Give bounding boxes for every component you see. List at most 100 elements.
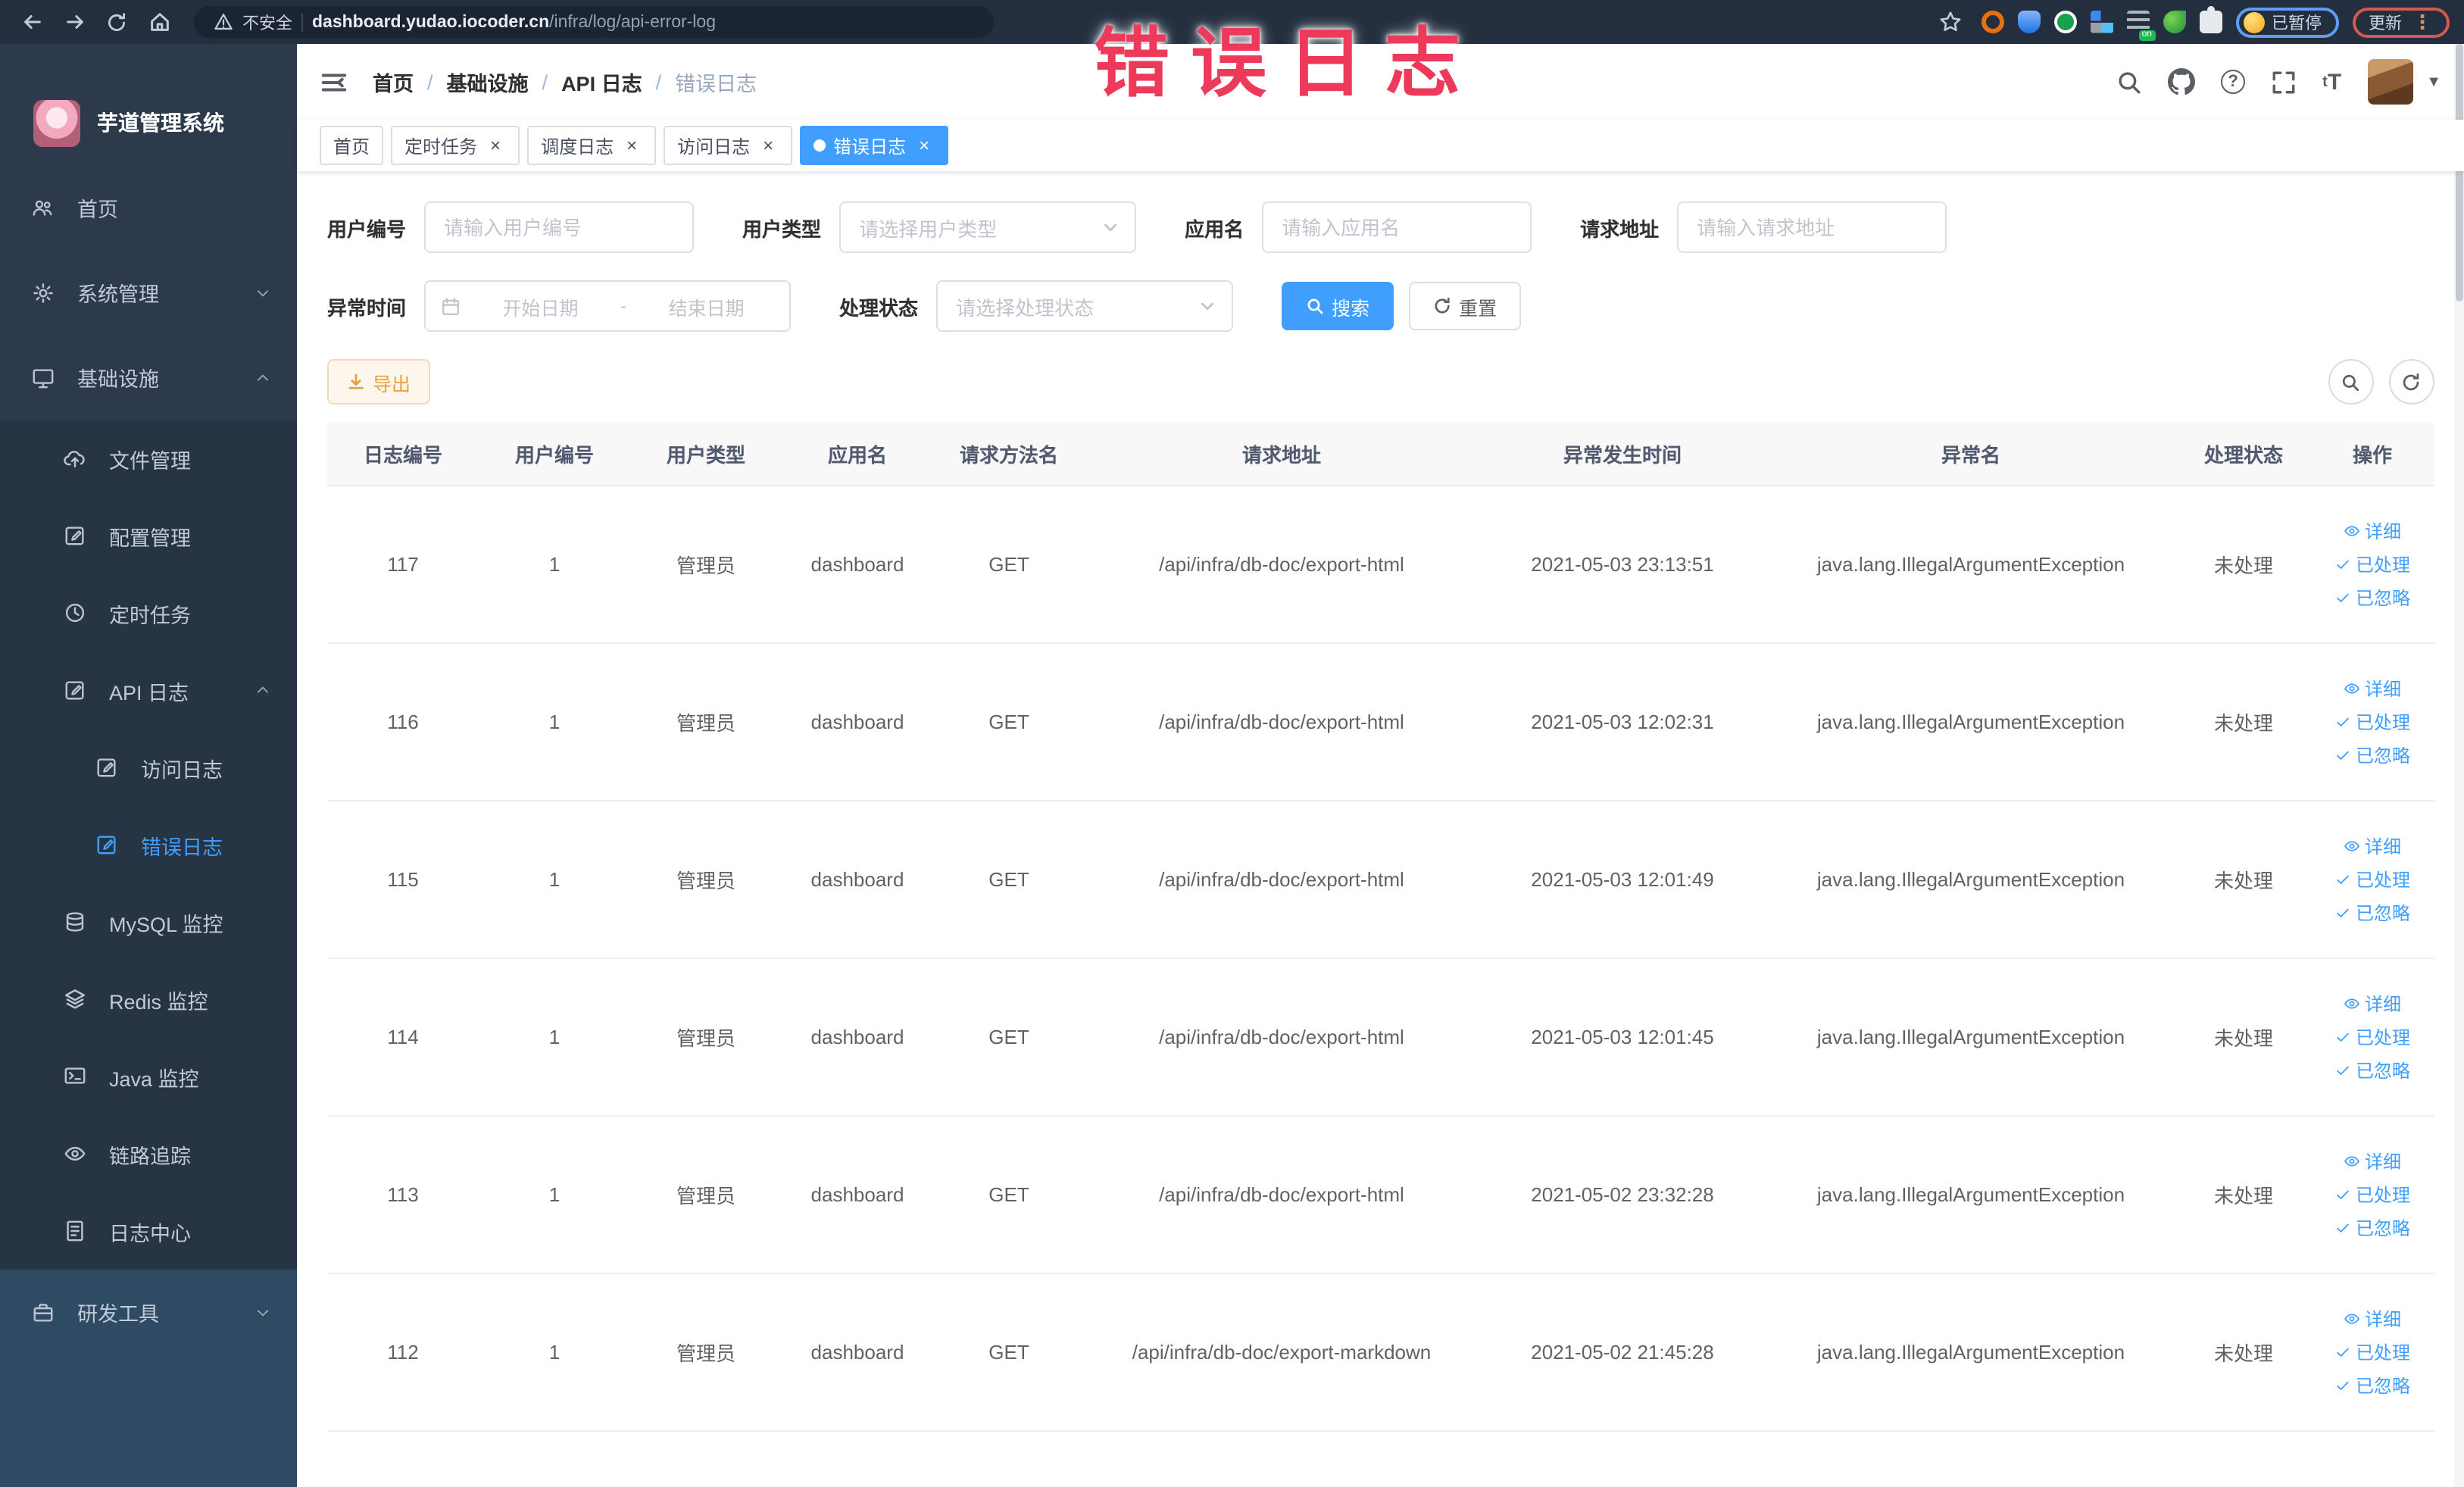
select-placeholder: 请选择用户类型 <box>859 217 998 240</box>
close-icon[interactable]: × <box>757 135 779 156</box>
extension-icon[interactable] <box>2090 11 2113 33</box>
cell-method: GET <box>988 868 1029 891</box>
scrollbar-thumb[interactable] <box>2455 44 2462 301</box>
scrollbar[interactable] <box>2453 44 2464 1487</box>
sidebar-item-tracer[interactable]: 链路追踪 <box>0 1115 297 1192</box>
cell-user-id: 1 <box>548 711 561 733</box>
action-processed-link[interactable]: 已处理 <box>2334 1337 2410 1367</box>
table-row: 113 1 管理员 dashboard GET/api/infra/db-doc/exp… <box>327 1117 2434 1274</box>
sidebar-item-job[interactable]: 定时任务 <box>0 574 297 651</box>
avatar[interactable] <box>2367 59 2413 105</box>
paused-badge[interactable]: 已暂停 <box>2235 7 2338 37</box>
reload-icon[interactable] <box>100 5 133 39</box>
sidebar-item-file[interactable]: 文件管理 <box>0 420 297 497</box>
cell-user-id: 1 <box>548 1026 561 1048</box>
app-name-input[interactable] <box>1262 201 1532 253</box>
cell-user-type: 管理员 <box>676 1027 735 1050</box>
kebab-menu-icon[interactable]: ⋮ <box>2412 12 2432 32</box>
action-detail-link[interactable]: 详细 <box>2344 831 2401 861</box>
github-icon[interactable] <box>2168 68 2196 95</box>
action-label: 已忽略 <box>2355 1375 2410 1396</box>
action-detail-link[interactable]: 详细 <box>2344 1146 2401 1176</box>
sidebar-item-error-log[interactable]: 错误日志 <box>0 806 297 883</box>
extension-icon[interactable] <box>2053 11 2076 33</box>
close-icon[interactable]: × <box>485 135 506 156</box>
tag-label: 定时任务 <box>404 136 478 157</box>
table-row: 117 1 管理员 dashboard GET/api/infra/db-doc/exp… <box>327 486 2434 644</box>
home-icon[interactable] <box>142 5 176 39</box>
extension-icon[interactable] <box>1981 11 2003 33</box>
bookmark-star-icon[interactable] <box>1934 5 1967 39</box>
sidebar-item-api-log[interactable]: API 日志 <box>0 651 297 729</box>
sidebar-item-dev-tools[interactable]: 研发工具 <box>0 1270 297 1354</box>
sidebar-item-access-log[interactable]: 访问日志 <box>0 729 297 806</box>
action-detail-link[interactable]: 详细 <box>2344 1304 2401 1334</box>
extensions-puzzle-icon[interactable] <box>2199 6 2222 33</box>
hamburger-icon[interactable] <box>320 67 348 96</box>
font-size-icon[interactable]: tT <box>2322 69 2341 95</box>
action-ignored-link[interactable]: 已忽略 <box>2334 1213 2410 1243</box>
sidebar-item-infra[interactable]: 基础设施 <box>0 335 297 420</box>
update-button[interactable]: 更新 ⋮ <box>2352 7 2449 37</box>
field-label: 用户编号 <box>327 217 407 240</box>
tag-active-item[interactable]: 错误日志 × <box>800 126 949 165</box>
breadcrumb-item[interactable]: 基础设施 <box>447 67 529 97</box>
action-ignored-link[interactable]: 已忽略 <box>2334 740 2410 770</box>
action-ignored-link[interactable]: 已忽略 <box>2334 1370 2410 1401</box>
tag-item[interactable]: 访问日志 × <box>664 126 793 165</box>
action-ignored-link[interactable]: 已忽略 <box>2334 583 2410 613</box>
action-processed-link[interactable]: 已处理 <box>2334 707 2410 737</box>
search-icon[interactable] <box>2116 69 2142 95</box>
close-icon[interactable]: × <box>913 135 935 156</box>
tag-item[interactable]: 首页 <box>320 126 384 165</box>
sidebar-item-log-center[interactable]: 日志中心 <box>0 1192 297 1270</box>
tag-item[interactable]: 定时任务 × <box>391 126 520 165</box>
app-logo-row[interactable]: 芋道管理系统 <box>0 44 297 165</box>
tag-item[interactable]: 调度日志 × <box>527 126 657 165</box>
fullscreen-icon[interactable] <box>2271 69 2297 95</box>
search-button[interactable]: 搜索 <box>1282 282 1394 330</box>
action-detail-link[interactable]: 详细 <box>2344 673 2401 704</box>
cell-log-id: 117 <box>387 553 419 576</box>
date-range-picker[interactable]: 开始日期 - 结束日期 <box>424 280 792 332</box>
process-status-select[interactable]: 请选择处理状态 <box>936 280 1234 332</box>
close-icon[interactable]: × <box>621 135 642 156</box>
eye-small-icon <box>2344 838 2360 854</box>
action-ignored-link[interactable]: 已忽略 <box>2334 898 2410 928</box>
refresh-button[interactable] <box>2388 359 2434 405</box>
action-ignored-link[interactable]: 已忽略 <box>2334 1055 2410 1086</box>
address-bar[interactable]: 不安全 dashboard.yudao.iocoder.cn/infra/log… <box>194 6 994 38</box>
sidebar-item-redis[interactable]: Redis 监控 <box>0 961 297 1038</box>
action-detail-link[interactable]: 详细 <box>2344 989 2401 1019</box>
sidebar-item-java[interactable]: Java 监控 <box>0 1038 297 1115</box>
breadcrumb-item[interactable]: 首页 <box>373 67 414 97</box>
extension-icon[interactable] <box>2126 11 2155 41</box>
main-panel: 用户编号 用户类型 请选择用户类型 应用名 <box>297 171 2464 1487</box>
column-header: 异常名 <box>1941 444 2000 467</box>
user-id-input[interactable] <box>424 201 695 253</box>
forward-icon[interactable] <box>58 5 91 39</box>
sidebar-item-mysql[interactable]: MySQL 监控 <box>0 883 297 961</box>
toggle-search-button[interactable] <box>2328 359 2373 405</box>
sidebar-item-system[interactable]: 系统管理 <box>0 250 297 335</box>
action-processed-link[interactable]: 已处理 <box>2334 1022 2410 1052</box>
export-button[interactable]: 导出 <box>327 359 431 405</box>
sidebar-item-home[interactable]: 首页 <box>0 165 297 250</box>
sidebar-item-config[interactable]: 配置管理 <box>0 497 297 574</box>
back-icon[interactable] <box>15 5 48 39</box>
cell-method: GET <box>988 711 1029 733</box>
cell-app-name: dashboard <box>810 868 904 891</box>
not-secure-icon[interactable] <box>212 5 233 39</box>
extension-icon[interactable] <box>2163 11 2185 33</box>
action-processed-link[interactable]: 已处理 <box>2334 1179 2410 1210</box>
action-processed-link[interactable]: 已处理 <box>2334 549 2410 579</box>
breadcrumb-item[interactable]: API 日志 <box>561 67 642 97</box>
user-type-select[interactable]: 请选择用户类型 <box>839 201 1137 253</box>
chevron-down-icon[interactable]: ▼ <box>2426 73 2441 90</box>
action-processed-link[interactable]: 已处理 <box>2334 864 2410 895</box>
help-icon[interactable]: ? <box>2221 70 2246 94</box>
extension-icon[interactable] <box>2017 11 2040 33</box>
request-url-input[interactable] <box>1677 201 1947 253</box>
reset-button[interactable]: 重置 <box>1409 282 1522 330</box>
action-detail-link[interactable]: 详细 <box>2344 516 2401 546</box>
